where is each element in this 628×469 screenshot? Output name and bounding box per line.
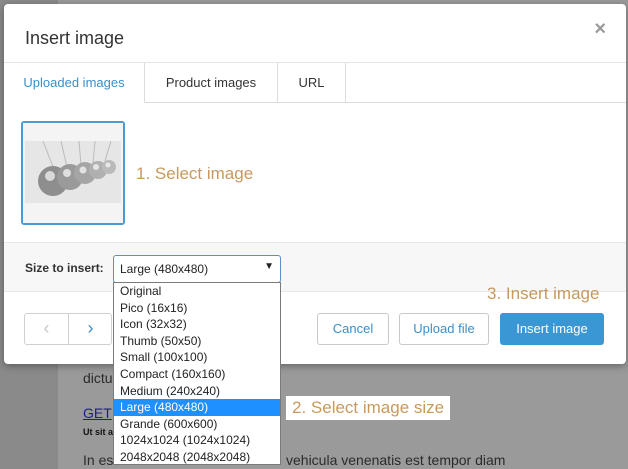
size-option[interactable]: Medium (240x240): [114, 383, 280, 400]
image-source-tabs: Uploaded images Product images URL: [4, 63, 626, 103]
newtons-cradle-image: [23, 123, 123, 223]
step3-hint: 3. Insert image: [487, 284, 600, 303]
step2-hint: 2. Select image size: [286, 396, 451, 420]
background-bold-text: Ut sit a: [83, 427, 114, 437]
cancel-button[interactable]: Cancel: [317, 313, 389, 345]
background-link-get[interactable]: GET: [83, 405, 112, 421]
pagination-group: ‹ ›: [24, 313, 112, 345]
size-option[interactable]: Grande (600x600): [114, 416, 280, 433]
tab-url[interactable]: URL: [278, 63, 346, 103]
background-paragraph-start: In es: [83, 452, 114, 468]
upload-file-button[interactable]: Upload file: [399, 313, 489, 345]
size-select-value: Large (480x480): [120, 262, 209, 276]
tabs-filler: [346, 63, 626, 103]
size-option[interactable]: Icon (32x32): [114, 316, 280, 333]
chevron-right-icon[interactable]: ›: [69, 314, 112, 344]
close-icon[interactable]: ×: [594, 18, 606, 41]
modal-title: Insert image: [25, 28, 125, 48]
size-option-selected[interactable]: Large (480x480): [114, 399, 280, 416]
size-option[interactable]: Thumb (50x50): [114, 333, 280, 350]
size-option[interactable]: Original: [114, 283, 280, 300]
image-thumbnail[interactable]: [21, 121, 125, 225]
size-option[interactable]: Small (100x100): [114, 349, 280, 366]
size-label: Size to insert:: [25, 261, 104, 275]
chevron-left-icon[interactable]: ‹: [25, 314, 69, 344]
size-option[interactable]: 1024x1024 (1024x1024): [114, 432, 280, 449]
insert-image-button[interactable]: Insert image: [500, 313, 604, 345]
step1-hint: 1. Select image: [136, 164, 254, 183]
size-options-list: Original Pico (16x16) Icon (32x32) Thumb…: [113, 282, 281, 465]
size-option[interactable]: 2048x2048 (2048x2048): [114, 449, 280, 466]
caret-down-icon: ▼: [264, 261, 274, 272]
tab-uploaded-images[interactable]: Uploaded images: [4, 63, 145, 103]
background-text-dictu: dictu: [83, 370, 113, 386]
size-option[interactable]: Compact (160x160): [114, 366, 280, 383]
size-option[interactable]: Pico (16x16): [114, 300, 280, 317]
insert-image-modal: Insert image × Uploaded images Product i…: [4, 4, 626, 364]
tab-product-images[interactable]: Product images: [145, 63, 278, 103]
size-select[interactable]: Large (480x480) ▼: [113, 255, 281, 283]
background-paragraph-tail: vehicula venenatis est tempor diam: [286, 452, 506, 468]
